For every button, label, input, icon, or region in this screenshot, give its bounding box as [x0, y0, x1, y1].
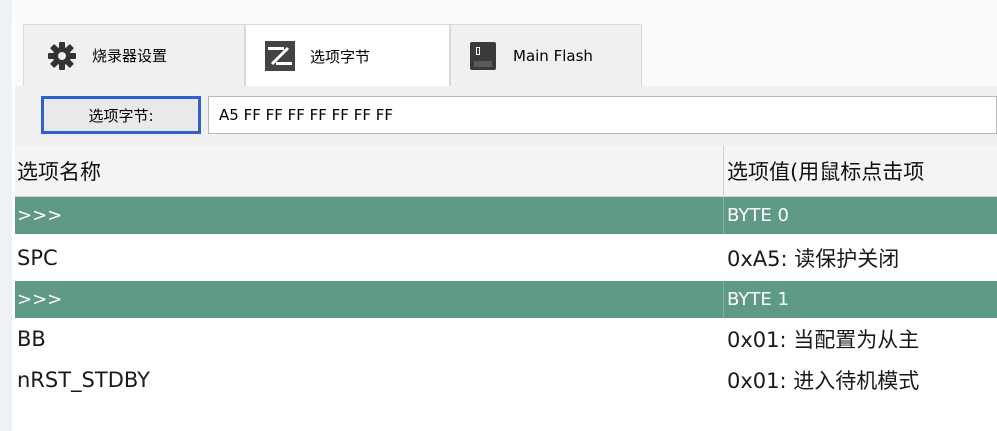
- window-top-edge: [12, 0, 997, 18]
- row-name: >>>: [17, 205, 63, 226]
- window-left-edge: [0, 0, 12, 431]
- row-name: nRST_STDBY: [17, 367, 150, 392]
- tab-programmer-settings[interactable]: 烧录器设置: [23, 24, 245, 86]
- column-divider: [723, 281, 724, 318]
- tab-label: 选项字节: [310, 47, 371, 66]
- table-row[interactable]: nRST_STDBY 0x01: 进入待机模式: [15, 359, 997, 400]
- table-row[interactable]: BB 0x01: 当配置为从主: [15, 318, 997, 359]
- column-divider[interactable]: [723, 146, 724, 196]
- tab-main-flash[interactable]: Main Flash: [450, 24, 642, 86]
- option-bytes-icon: [262, 38, 298, 74]
- tab-bar: 烧录器设置 选项字节 Main Flash: [15, 18, 997, 87]
- tab-option-bytes[interactable]: 选项字节: [245, 24, 450, 87]
- table-header: 选项名称 选项值(用鼠标点击项: [15, 146, 997, 197]
- gear-icon: [44, 38, 80, 74]
- row-value: BYTE 1: [727, 289, 789, 310]
- option-table: 选项名称 选项值(用鼠标点击项 >>> BYTE 0 SPC 0xA5: 读保护…: [15, 146, 997, 400]
- row-value[interactable]: 0x01: 进入待机模式: [727, 365, 997, 395]
- column-header-name[interactable]: 选项名称: [17, 156, 101, 186]
- row-value: BYTE 0: [727, 205, 789, 226]
- row-value[interactable]: 0x01: 当配置为从主: [727, 324, 997, 354]
- tab-label: 烧录器设置: [92, 47, 168, 65]
- row-name: SPC: [17, 245, 58, 270]
- option-bytes-bar: 选项字节:: [15, 86, 997, 147]
- row-value[interactable]: 0xA5: 读保护关闭: [727, 243, 997, 273]
- row-name: BB: [17, 326, 46, 351]
- column-divider: [723, 197, 724, 234]
- option-bytes-input[interactable]: [208, 96, 997, 134]
- table-row-group[interactable]: >>> BYTE 1: [15, 281, 997, 318]
- table-row-group[interactable]: >>> BYTE 0: [15, 197, 997, 234]
- column-header-value[interactable]: 选项值(用鼠标点击项: [727, 156, 997, 186]
- flash-chip-icon: [465, 38, 501, 74]
- tab-label: Main Flash: [513, 46, 593, 65]
- option-bytes-button[interactable]: 选项字节:: [41, 96, 201, 134]
- row-name: >>>: [17, 289, 63, 310]
- table-row[interactable]: SPC 0xA5: 读保护关闭: [15, 234, 997, 281]
